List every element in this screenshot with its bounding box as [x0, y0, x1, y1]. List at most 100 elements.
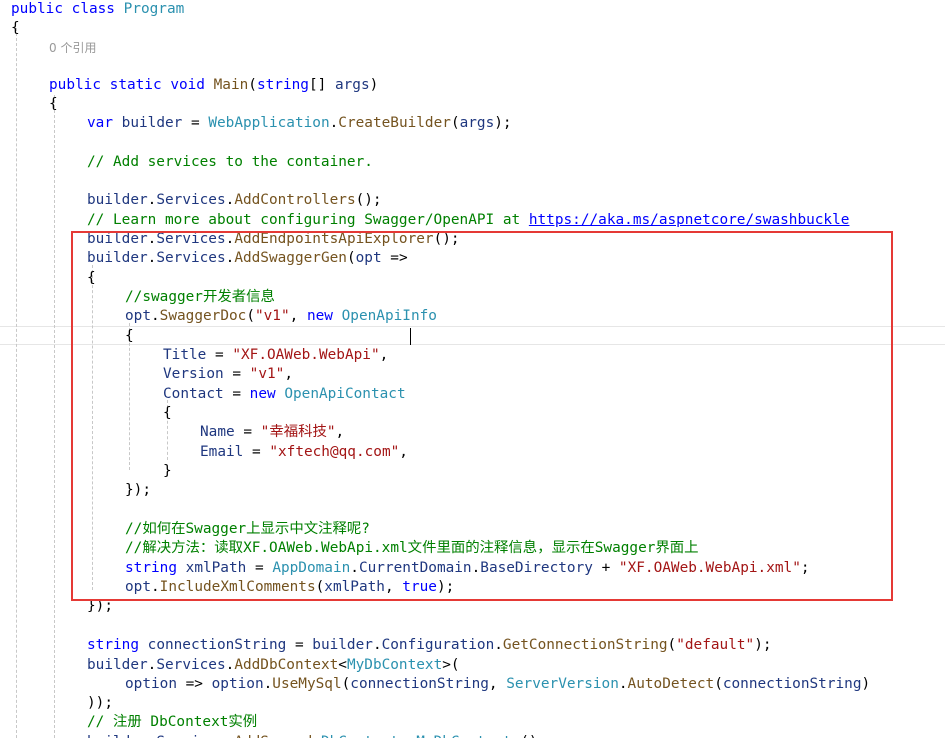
code-token: public: [49, 77, 101, 93]
code-token: Program: [123, 1, 185, 17]
code-line[interactable]: string connectionString = builder.Config…: [87, 636, 772, 655]
code-token: public: [11, 1, 63, 17]
code-token: builder: [87, 657, 148, 673]
code-token: );: [494, 115, 512, 131]
highlight-box: [71, 231, 893, 601]
code-token: AddControllers: [234, 192, 356, 208]
code-token: Main: [213, 77, 249, 93]
code-token: []: [308, 77, 335, 93]
code-token: <: [338, 657, 347, 673]
code-token: (: [667, 637, 677, 653]
code-line[interactable]: builder.Services.AddScoped<DbContext, My…: [87, 733, 546, 738]
code-token: );: [754, 637, 772, 653]
indent-guide: [54, 95, 55, 738]
code-line[interactable]: ));: [87, 694, 113, 713]
code-line[interactable]: var builder = WebApplication.CreateBuild…: [87, 114, 512, 133]
code-token: AddScoped: [234, 734, 312, 738]
code-token: MyDbContext: [416, 734, 511, 738]
code-token: DbContext: [321, 734, 399, 738]
code-token: ServerVersion: [506, 676, 619, 692]
code-token: =>: [176, 676, 212, 692]
code-token: builder: [87, 734, 148, 738]
code-token: static: [109, 77, 162, 93]
code-token: Services: [156, 734, 225, 738]
code-token: args: [459, 115, 495, 131]
code-token: .: [372, 637, 382, 653]
code-token: MyDbContext: [346, 657, 443, 673]
code-line[interactable]: public static void Main(string[] args): [49, 76, 378, 95]
code-editor[interactable]: 0 个引用 public class Program{public static…: [0, 0, 945, 738]
code-token: .: [329, 115, 339, 131]
code-token: Services: [156, 657, 226, 673]
code-token: builder: [121, 115, 183, 131]
code-token: string: [256, 77, 309, 93]
code-line[interactable]: // Add services to the container.: [87, 153, 373, 172]
code-line[interactable]: builder.Services.AddDbContext<MyDbContex…: [87, 656, 460, 675]
code-token: string: [87, 637, 139, 653]
code-token: ,: [488, 676, 507, 692]
code-token: <: [312, 734, 321, 738]
code-token: builder: [87, 192, 148, 208]
code-token: .: [225, 192, 235, 208]
code-token: "default": [676, 637, 755, 653]
code-token: class: [71, 1, 115, 17]
code-line[interactable]: {: [11, 19, 20, 38]
code-token: connectionString: [147, 637, 287, 653]
code-line[interactable]: // Learn more about configuring Swagger/…: [87, 211, 849, 230]
code-token: connectionString: [350, 676, 489, 692]
code-token: (: [450, 115, 460, 131]
link-url[interactable]: https://aka.ms/aspnetcore/swashbuckle: [529, 212, 850, 228]
code-token: option: [125, 676, 177, 692]
code-token: connectionString: [722, 676, 862, 692]
code-token: ): [861, 676, 871, 692]
code-token: // 注册 DbContext实例: [87, 714, 258, 730]
code-token: .: [494, 637, 503, 653]
code-token: CreateBuilder: [338, 115, 451, 131]
indent-guide: [16, 28, 17, 738]
code-line[interactable]: {: [49, 95, 58, 114]
code-token: // Learn more about configuring Swagger/…: [87, 212, 529, 228]
code-token: (: [341, 676, 351, 692]
code-token: ): [369, 77, 379, 93]
code-token: void: [170, 77, 205, 93]
code-token: option: [211, 676, 264, 692]
codelens-references[interactable]: 0 个引用: [49, 38, 96, 58]
code-token: UseMySql: [272, 676, 342, 692]
code-token: ,: [399, 734, 416, 738]
code-token: .: [263, 676, 273, 692]
code-token: AddDbContext: [234, 657, 339, 673]
code-token: {: [11, 20, 20, 36]
code-token: Configuration: [381, 637, 495, 653]
code-token: ));: [87, 695, 113, 711]
code-line[interactable]: // 注册 DbContext实例: [87, 713, 257, 732]
code-token: WebApplication: [208, 115, 330, 131]
code-token: (: [248, 77, 257, 93]
code-token: args: [334, 77, 370, 93]
code-token: var: [87, 115, 113, 131]
code-token: .: [226, 734, 235, 738]
code-line[interactable]: option => option.UseMySql(connectionStri…: [125, 675, 870, 694]
code-line[interactable]: public class Program: [11, 0, 184, 19]
code-token: ();: [355, 192, 382, 208]
code-token: >();: [512, 734, 547, 738]
code-line[interactable]: builder.Services.AddControllers();: [87, 191, 382, 210]
code-token: Services: [156, 192, 226, 208]
code-token: {: [49, 96, 58, 112]
code-token: (: [714, 676, 723, 692]
code-token: builder: [312, 637, 373, 653]
code-token: GetConnectionString: [502, 637, 668, 653]
code-token: =: [182, 115, 209, 131]
code-token: .: [618, 676, 628, 692]
code-token: >(: [442, 657, 460, 673]
code-token: =: [286, 637, 313, 653]
code-token: AutoDetect: [627, 676, 715, 692]
code-token: // Add services to the container.: [87, 154, 373, 170]
code-token: .: [225, 657, 235, 673]
